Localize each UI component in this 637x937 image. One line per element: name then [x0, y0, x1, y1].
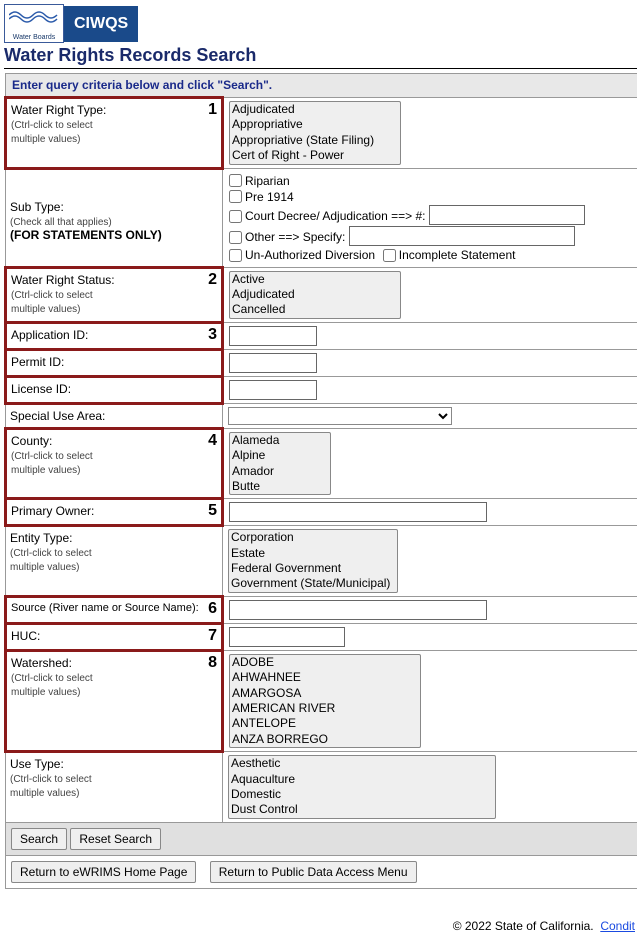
use-type-select[interactable]: Aesthetic Aquaculture Domestic Dust Cont…	[228, 755, 496, 819]
label-application-id: Application ID: 3	[6, 322, 223, 349]
license-id-input[interactable]	[229, 380, 317, 400]
label-license-id: License ID:	[6, 376, 223, 403]
label-water-right-type: Water Right Type: (Ctrl-click to select …	[6, 98, 223, 169]
label-huc: HUC: 7	[6, 623, 223, 650]
other-checkbox[interactable]	[229, 231, 242, 244]
reset-button[interactable]: Reset Search	[70, 828, 161, 850]
copyright-text: © 2022 State of California.	[453, 919, 594, 933]
return-menu-button[interactable]: Return to Public Data Access Menu	[210, 861, 417, 883]
label-use-type: Use Type: (Ctrl-click to select multiple…	[6, 752, 223, 823]
other-specify-input[interactable]	[349, 226, 575, 246]
search-form: Enter query criteria below and click "Se…	[4, 73, 637, 889]
step-number-1: 1	[208, 101, 217, 119]
permit-id-input[interactable]	[229, 353, 317, 373]
label-county: County: (Ctrl-click to select multiple v…	[6, 428, 223, 499]
special-use-select[interactable]	[228, 407, 452, 425]
step-number-3: 3	[208, 326, 217, 344]
footer: © 2022 State of California. Condit	[4, 919, 637, 933]
wave-icon	[9, 11, 59, 23]
pre1914-checkbox[interactable]	[229, 190, 242, 203]
page-title: Water Rights Records Search	[4, 45, 637, 69]
instruction-bar: Enter query criteria below and click "Se…	[6, 74, 637, 98]
label-water-right-status: Water Right Status: (Ctrl-click to selec…	[6, 267, 223, 322]
entity-type-select[interactable]: Corporation Estate Federal Government Go…	[228, 529, 398, 593]
county-select[interactable]: Alameda Alpine Amador Butte	[229, 432, 331, 496]
step-number-2: 2	[208, 271, 217, 289]
water-right-status-select[interactable]: Active Adjudicated Cancelled	[229, 271, 401, 319]
step-number-7: 7	[208, 627, 217, 645]
label-permit-id: Permit ID:	[6, 349, 223, 376]
riparian-checkbox[interactable]	[229, 174, 242, 187]
step-number-8: 8	[208, 654, 217, 672]
step-number-5: 5	[208, 502, 217, 520]
step-number-6: 6	[208, 600, 217, 618]
primary-owner-input[interactable]	[229, 502, 487, 522]
watershed-select[interactable]: ADOBE AHWAHNEE AMARGOSA AMERICAN RIVER A…	[229, 654, 421, 748]
label-source: Source (River name or Source Name): 6	[6, 596, 223, 623]
incomplete-checkbox[interactable]	[383, 249, 396, 262]
label-special-use-area: Special Use Area:	[6, 403, 223, 428]
court-number-input[interactable]	[429, 205, 585, 225]
step-number-4: 4	[208, 432, 217, 450]
return-home-button[interactable]: Return to eWRIMS Home Page	[11, 861, 196, 883]
ciwqs-logo: CIWQS	[64, 6, 138, 42]
source-input[interactable]	[229, 600, 487, 620]
water-boards-label: Water Boards	[13, 34, 56, 41]
application-id-input[interactable]	[229, 326, 317, 346]
footer-link[interactable]: Condit	[600, 919, 635, 933]
water-right-type-select[interactable]: Adjudicated Appropriative Appropriative …	[229, 101, 401, 165]
label-entity-type: Entity Type: (Ctrl-click to select multi…	[6, 526, 223, 597]
unauth-checkbox[interactable]	[229, 249, 242, 262]
court-checkbox[interactable]	[229, 210, 242, 223]
water-boards-logo: Water Boards	[4, 4, 64, 43]
label-watershed: Watershed: (Ctrl-click to select multipl…	[6, 650, 223, 751]
header-logos: Water Boards CIWQS	[4, 4, 637, 43]
search-button[interactable]: Search	[11, 828, 67, 850]
huc-input[interactable]	[229, 627, 345, 647]
label-primary-owner: Primary Owner: 5	[6, 499, 223, 526]
label-sub-type: Sub Type: (Check all that applies) (FOR …	[6, 168, 223, 267]
